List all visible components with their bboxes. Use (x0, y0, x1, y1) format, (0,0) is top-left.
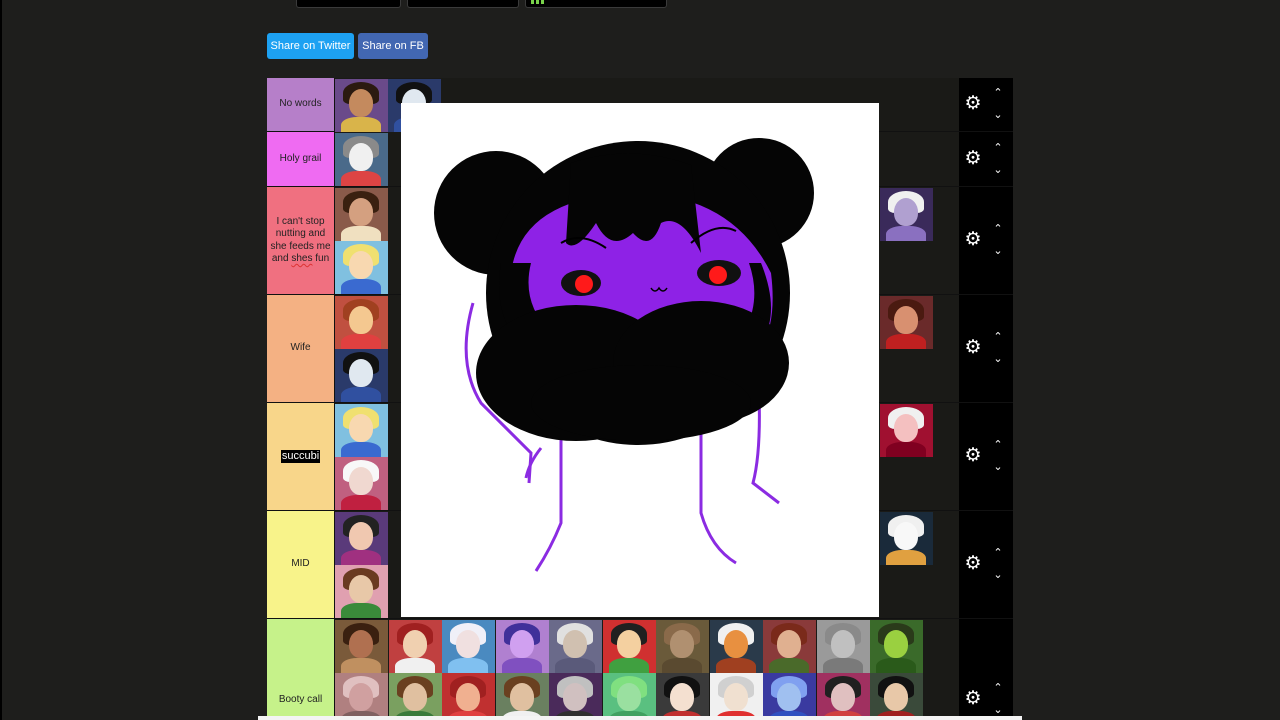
character-thumbnail[interactable] (870, 673, 923, 720)
tier-label-text: No words (279, 98, 322, 110)
character-thumbnail[interactable] (763, 620, 816, 673)
tier-label[interactable]: Wife (267, 295, 334, 402)
gear-icon[interactable]: ⚙ (963, 689, 983, 709)
character-thumbnail[interactable] (335, 457, 388, 510)
tier-controls: ⚙ ⌃ ⌄ (959, 132, 1013, 186)
chevron-down-icon[interactable]: ⌄ (991, 570, 1005, 581)
chevron-down-icon[interactable]: ⌄ (991, 246, 1005, 257)
chevron-up-icon[interactable]: ⌃ (991, 683, 1005, 694)
tier-label-text: succubi (280, 450, 321, 463)
drawing-overlay (401, 103, 879, 617)
tier-controls: ⚙ ⌃ ⌄ (959, 403, 1013, 510)
tier-label[interactable]: No words (267, 78, 334, 131)
chevron-up-icon[interactable]: ⌃ (991, 88, 1005, 99)
top-input-1[interactable] (296, 0, 401, 8)
character-thumbnail[interactable] (880, 296, 933, 349)
chevron-up-icon[interactable]: ⌃ (991, 224, 1005, 235)
character-thumbnail[interactable] (656, 673, 709, 720)
share-fb-button[interactable]: Share on FB (358, 33, 428, 59)
left-edge (0, 0, 2, 720)
chevron-down-icon[interactable]: ⌄ (991, 705, 1005, 716)
character-thumbnail[interactable] (335, 512, 388, 565)
tier-label-text: Booty call (278, 693, 323, 705)
chevron-up-icon[interactable]: ⌃ (991, 143, 1005, 154)
character-thumbnail[interactable] (335, 241, 388, 294)
character-thumbnail[interactable] (335, 404, 388, 457)
chevron-down-icon[interactable]: ⌄ (991, 462, 1005, 473)
tier-controls: ⚙ ⌃ ⌄ (959, 187, 1013, 294)
chevron-up-icon[interactable]: ⌃ (991, 440, 1005, 451)
character-thumbnail[interactable] (870, 620, 923, 673)
character-thumbnail[interactable] (495, 620, 549, 673)
character-thumbnail[interactable] (335, 296, 388, 349)
top-input-2[interactable] (407, 0, 519, 8)
character-thumbnail[interactable] (816, 620, 870, 673)
share-twitter-button[interactable]: Share on Twitter (267, 33, 354, 59)
character-thumbnail[interactable] (656, 620, 709, 673)
drawing-canvas (434, 138, 814, 572)
chevron-down-icon[interactable]: ⌄ (991, 110, 1005, 121)
character-thumbnail[interactable] (335, 133, 388, 186)
gear-icon[interactable]: ⚙ (963, 149, 983, 169)
tier-label[interactable]: MID (267, 511, 334, 618)
chevron-down-icon[interactable]: ⌄ (991, 354, 1005, 365)
tier-label[interactable]: succubi (267, 403, 334, 510)
chevron-down-icon[interactable]: ⌄ (991, 165, 1005, 176)
progress-meter (531, 0, 549, 4)
bottom-scroll-strip (258, 716, 1022, 720)
tier-controls: ⚙ ⌃ ⌄ (959, 511, 1013, 618)
character-thumbnail[interactable] (709, 620, 763, 673)
gear-icon[interactable]: ⚙ (963, 94, 983, 114)
gear-icon[interactable]: ⚙ (963, 446, 983, 466)
character-thumbnail[interactable] (549, 620, 602, 673)
tier-label[interactable]: Booty call (267, 619, 334, 720)
character-thumbnail[interactable] (880, 512, 933, 565)
character-thumbnail[interactable] (442, 673, 495, 720)
character-thumbnail[interactable] (709, 673, 763, 720)
character-thumbnail[interactable] (549, 673, 602, 720)
tier-label[interactable]: Holy grail (267, 132, 334, 186)
character-thumbnail[interactable] (388, 620, 442, 673)
character-thumbnail[interactable] (602, 620, 656, 673)
character-thumbnail[interactable] (335, 79, 388, 132)
tier-controls: ⚙ ⌃ ⌄ (959, 295, 1013, 402)
chevron-up-icon[interactable]: ⌃ (991, 548, 1005, 559)
tier-controls: ⚙ ⌃ ⌄ (959, 619, 1013, 720)
character-thumbnail[interactable] (335, 349, 388, 402)
character-thumbnail[interactable] (880, 404, 933, 457)
character-thumbnail[interactable] (335, 620, 388, 673)
character-thumbnail[interactable] (602, 673, 656, 720)
character-thumbnail[interactable] (442, 620, 495, 673)
gear-icon[interactable]: ⚙ (963, 230, 983, 250)
chevron-up-icon[interactable]: ⌃ (991, 332, 1005, 343)
tier-label-text: I can't stop nutting and she feeds me an… (270, 215, 331, 265)
character-thumbnail[interactable] (335, 673, 388, 720)
character-thumbnail[interactable] (335, 565, 388, 618)
tier-label[interactable]: I can't stop nutting and she feeds me an… (267, 187, 334, 294)
character-thumbnail[interactable] (335, 188, 388, 241)
gear-icon[interactable]: ⚙ (963, 554, 983, 574)
character-thumbnail[interactable] (816, 673, 870, 720)
character-thumbnail[interactable] (495, 673, 549, 720)
character-thumbnail[interactable] (388, 673, 442, 720)
tier-label-text: Wife (290, 342, 311, 354)
gear-icon[interactable]: ⚙ (963, 338, 983, 358)
tier-controls: ⚙ ⌃ ⌄ (959, 78, 1013, 131)
character-thumbnail[interactable] (880, 188, 933, 241)
tier-label-text: Holy grail (279, 152, 322, 164)
tier-label-text: MID (291, 558, 310, 570)
character-thumbnail[interactable] (763, 673, 816, 720)
